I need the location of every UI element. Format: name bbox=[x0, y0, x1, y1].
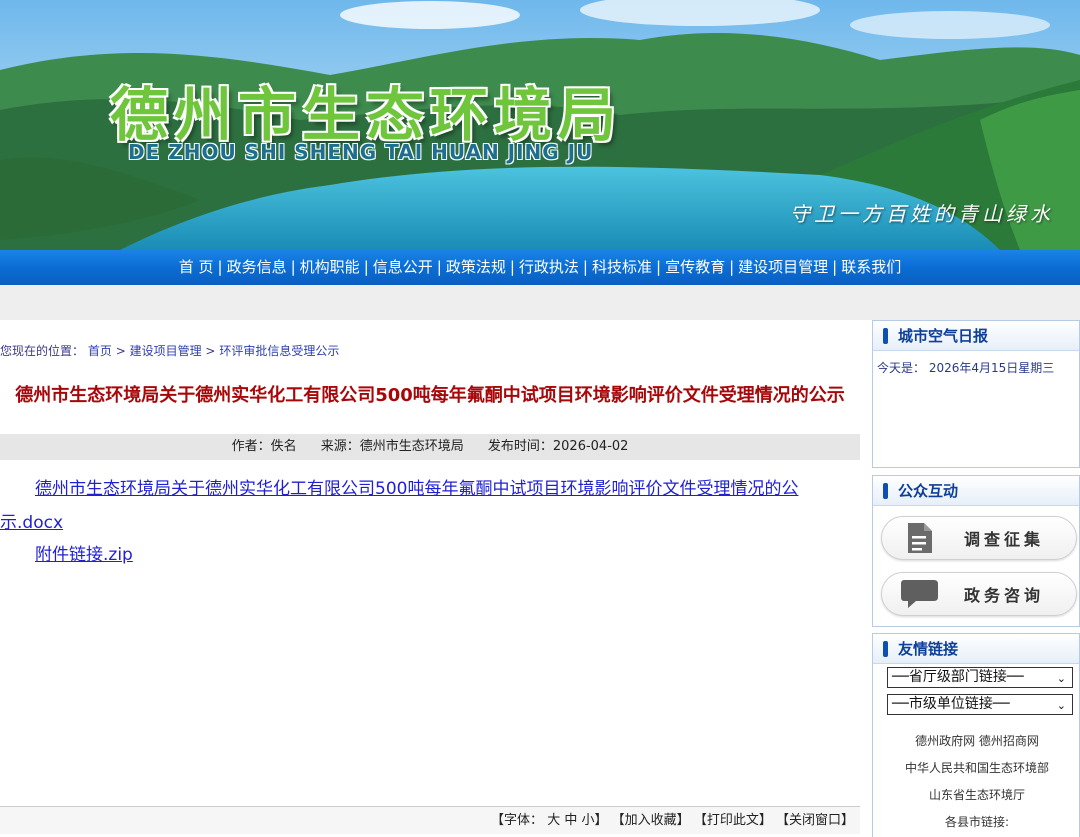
friendly-links-panel: 友情链接 ──省厅级部门链接── ⌄ ──市级单位链接── ⌄ 德州政府网 德州… bbox=[872, 633, 1080, 837]
article-source: 来源：德州市生态环境局 bbox=[320, 439, 464, 454]
article-title: 德州市生态环境局关于德州实华化工有限公司500吨每年氟酮中试项目环境影响评价文件… bbox=[15, 385, 845, 406]
attachment-docx-link[interactable]: 德州市生态环境局关于德州实华化工有限公司500吨每年氟酮中试项目环境影响评价文件… bbox=[0, 479, 798, 533]
heading-marker-icon bbox=[883, 482, 888, 499]
attachment-zip-paragraph: 附件链接.zip bbox=[35, 542, 133, 568]
breadcrumb-arrow: > bbox=[205, 344, 216, 358]
font-size-open: 【字体： bbox=[491, 813, 544, 828]
chevron-down-icon: ⌄ bbox=[1056, 699, 1066, 712]
friendly-links-row: 山东省生态环境厅 bbox=[873, 782, 1080, 809]
consult-button[interactable]: 政务咨询 bbox=[881, 572, 1077, 616]
mee-link[interactable]: 中华人民共和国生态环境部 bbox=[905, 761, 1049, 775]
nav-item-8[interactable]: 建设项目管理 bbox=[734, 250, 832, 285]
font-medium-button[interactable]: 中 bbox=[564, 813, 577, 828]
font-large-button[interactable]: 大 bbox=[547, 813, 560, 828]
close-window-button[interactable]: 【关闭窗口】 bbox=[776, 813, 854, 828]
public-interaction-header: 公众互动 bbox=[873, 476, 1079, 506]
site-subtitle: DE ZHOU SHI SHENG TAI HUAN JING JU bbox=[128, 140, 594, 164]
friendly-links-row: 德州政府网 德州招商网 bbox=[873, 728, 1080, 755]
breadcrumb-level1-link[interactable]: 建设项目管理 bbox=[130, 344, 202, 358]
print-button[interactable]: 【打印此文】 bbox=[694, 813, 772, 828]
font-size-close: 】 bbox=[594, 813, 608, 828]
font-small-button[interactable]: 小 bbox=[582, 813, 595, 828]
county-links-label: 各县市链接: bbox=[944, 815, 1010, 829]
article-author: 作者：佚名 bbox=[231, 439, 297, 454]
chat-bubble-icon bbox=[900, 574, 940, 614]
breadcrumb-arrow: > bbox=[115, 344, 126, 358]
friendly-links-header: 友情链接 bbox=[873, 634, 1079, 664]
province-links-select[interactable]: ──省厅级部门链接── ⌄ bbox=[887, 667, 1073, 688]
nav-item-5[interactable]: 行政执法 bbox=[515, 250, 583, 285]
air-quality-title: 城市空气日报 bbox=[898, 327, 989, 345]
attachment-zip-link[interactable]: 附件链接.zip bbox=[35, 545, 133, 565]
survey-button-label: 调查征集 bbox=[964, 530, 1045, 549]
shandong-eco-link[interactable]: 山东省生态环境厅 bbox=[929, 788, 1025, 802]
attachment-docx-paragraph: 德州市生态环境局关于德州实华化工有限公司500吨每年氟酮中试项目环境影响评价文件… bbox=[0, 472, 860, 540]
article-meta: 作者：佚名 来源：德州市生态环境局 发布时间：2026-04-02 bbox=[0, 434, 860, 460]
breadcrumb-prefix: 您现在的位置： bbox=[0, 344, 85, 358]
friendly-links-title: 友情链接 bbox=[898, 640, 959, 658]
article-toolbar: 【字体： 大 中 小】 【加入收藏】 【打印此文】 【关闭窗口】 bbox=[0, 806, 860, 834]
air-quality-panel: 城市空气日报 今天是： 2026年4月15日星期三 bbox=[872, 320, 1080, 468]
friendly-links-row: 中华人民共和国生态环境部 bbox=[873, 755, 1080, 782]
nav-spacer-band bbox=[0, 285, 1080, 320]
breadcrumb-level2-link[interactable]: 环评审批信息受理公示 bbox=[219, 344, 339, 358]
city-links-select-value: ──市级单位链接── bbox=[892, 696, 1010, 712]
article-area: 您现在的位置： 首页 > 建设项目管理 > 环评审批信息受理公示 德州市生态环境… bbox=[0, 320, 860, 837]
dezhou-gov-link[interactable]: 德州政府网 bbox=[915, 734, 975, 748]
heading-marker-icon bbox=[883, 640, 888, 657]
article-date: 发布时间：2026-04-02 bbox=[487, 439, 629, 454]
nav-item-7[interactable]: 宣传教育 bbox=[661, 250, 729, 285]
dezhou-invest-link[interactable]: 德州招商网 bbox=[979, 734, 1039, 748]
site-slogan: 守卫一方百姓的青山绿水 bbox=[790, 202, 1054, 226]
nav-item-4[interactable]: 政策法规 bbox=[442, 250, 510, 285]
breadcrumb: 您现在的位置： 首页 > 建设项目管理 > 环评审批信息受理公示 bbox=[0, 342, 339, 359]
document-icon bbox=[900, 518, 940, 558]
public-interaction-title: 公众互动 bbox=[898, 482, 959, 500]
main-nav: 首 页 | 政务信息 | 机构职能 | 信息公开 | 政策法规 | 行政执法 | 科技标准 | 宣传教育 | 建… bbox=[0, 250, 1080, 285]
consult-button-label: 政务咨询 bbox=[964, 586, 1045, 605]
breadcrumb-home-link[interactable]: 首页 bbox=[88, 344, 112, 358]
survey-button[interactable]: 调查征集 bbox=[881, 516, 1077, 560]
air-quality-header: 城市空气日报 bbox=[873, 321, 1079, 351]
site-banner: 德州市生态环境局 DE ZHOU SHI SHENG TAI HUAN JING… bbox=[0, 0, 1080, 250]
nav-item-1[interactable]: 政务信息 bbox=[223, 250, 291, 285]
friendly-links-row: 各县市链接: bbox=[873, 809, 1080, 836]
main-nav-list: 首 页 | 政务信息 | 机构职能 | 信息公开 | 政策法规 | 行政执法 | 科技标准 | 宣传教育 | 建… bbox=[175, 250, 905, 285]
nav-item-0[interactable]: 首 页 bbox=[175, 250, 218, 285]
nav-item-9[interactable]: 联系我们 bbox=[837, 250, 905, 285]
public-interaction-panel: 公众互动 调查征集 政务咨询 bbox=[872, 475, 1080, 627]
friendly-links-list: 德州政府网 德州招商网 中华人民共和国生态环境部 山东省生态环境厅 各县市链接: bbox=[873, 728, 1080, 836]
chevron-down-icon: ⌄ bbox=[1056, 672, 1066, 685]
bookmark-button[interactable]: 【加入收藏】 bbox=[612, 813, 690, 828]
city-links-select[interactable]: ──市级单位链接── ⌄ bbox=[887, 694, 1073, 715]
province-links-select-value: ──省厅级部门链接── bbox=[892, 669, 1024, 685]
nav-item-6[interactable]: 科技标准 bbox=[588, 250, 656, 285]
nav-item-3[interactable]: 信息公开 bbox=[369, 250, 437, 285]
nav-item-2[interactable]: 机构职能 bbox=[296, 250, 364, 285]
today-date: 今天是： 2026年4月15日星期三 bbox=[877, 361, 1055, 375]
heading-marker-icon bbox=[883, 327, 888, 344]
